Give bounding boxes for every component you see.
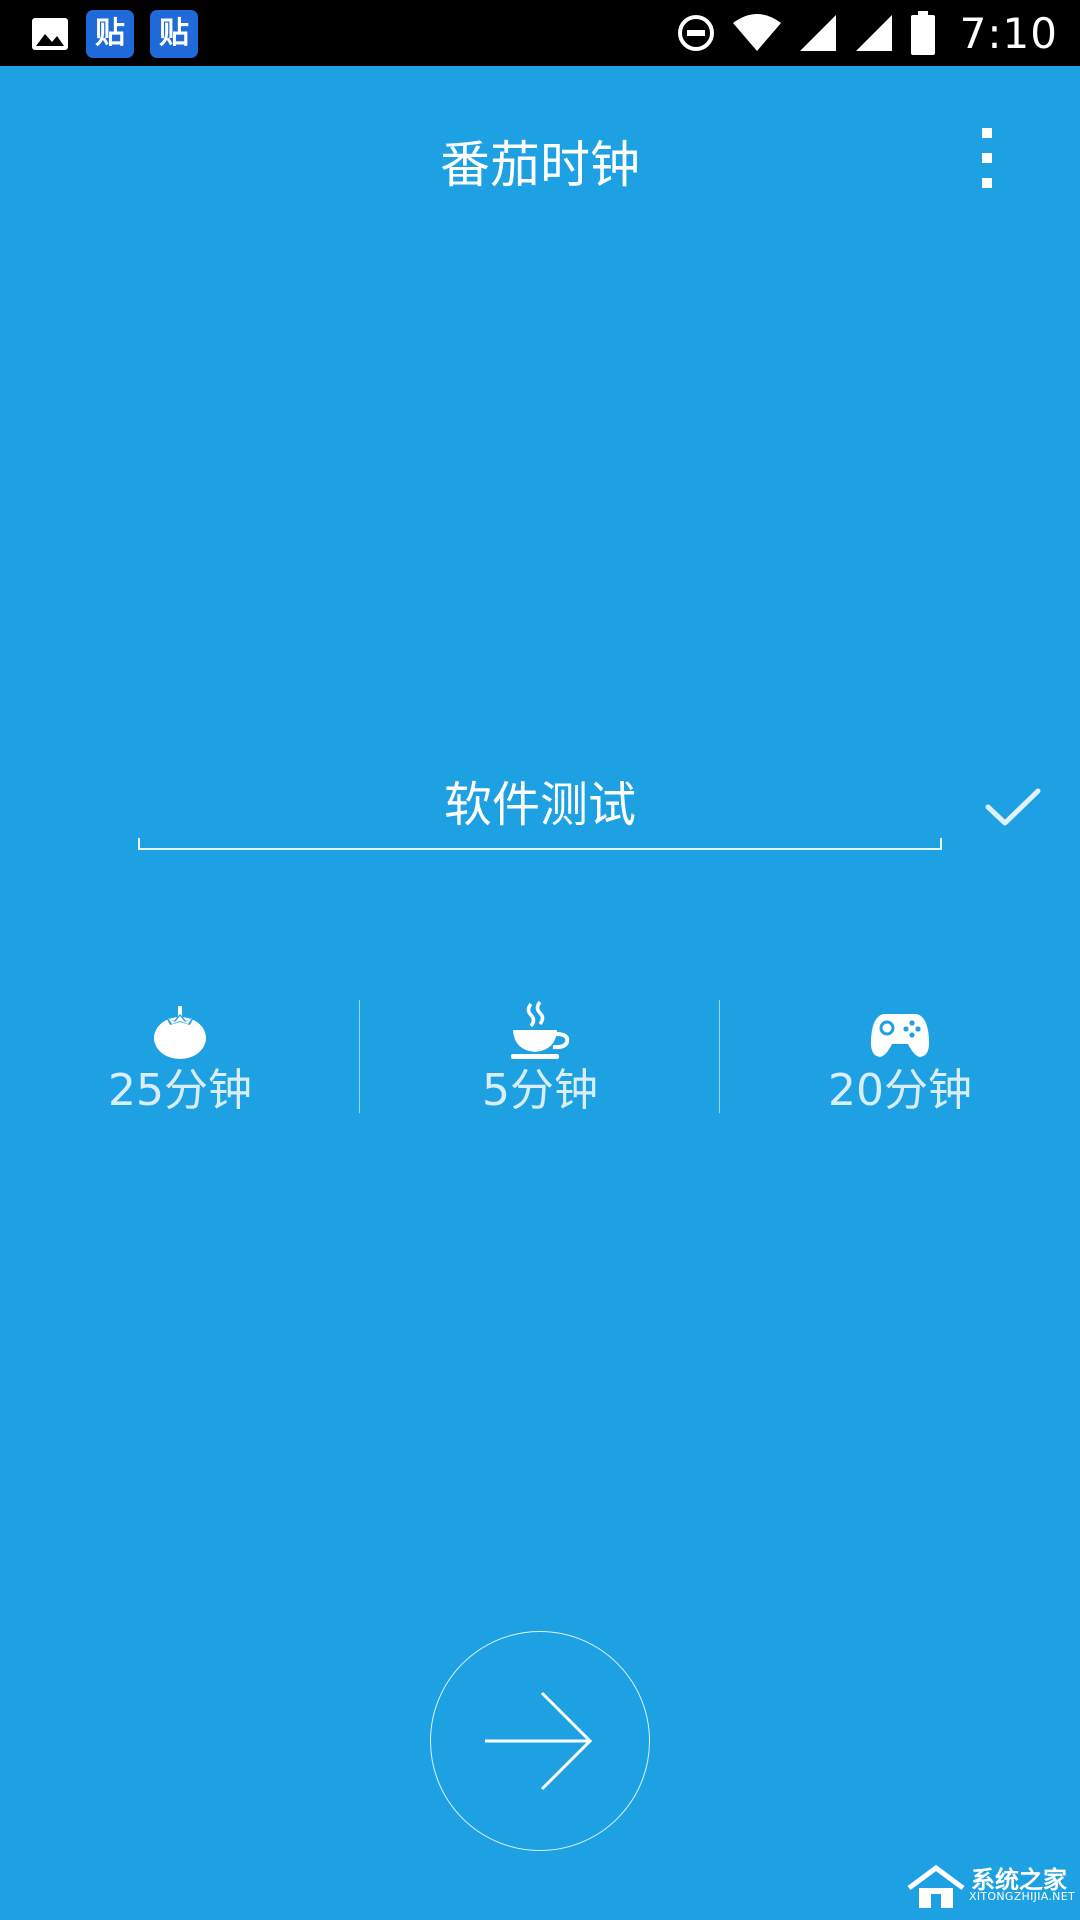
more-vert-icon[interactable] [966,128,1008,188]
menu-dot [982,128,992,138]
page-title: 番茄时钟 [440,136,640,194]
duration-label: 25分钟 [108,1065,252,1116]
duration-option-5[interactable]: 5分钟 [360,1000,720,1116]
clock-time: 7:10 [959,8,1058,58]
duration-option-20[interactable]: 20分钟 [720,1000,1080,1116]
wifi-icon [732,14,781,51]
status-bar: 贴 贴 7:10 [0,0,1080,66]
task-input-value[interactable]: 软件测试 [138,770,942,840]
duration-label: 20分钟 [828,1065,972,1116]
menu-dot [982,153,992,163]
battery-icon [910,11,935,55]
arrow-right-icon [484,1691,592,1790]
gamepad-icon [870,1014,930,1057]
task-input[interactable]: 软件测试 [138,770,942,850]
watermark-logo: 系统之家 XITONGZHIJIA.NET [905,1860,1075,1915]
start-button[interactable] [430,1631,650,1851]
notification-area: 贴 贴 [30,10,198,58]
duration-label: 5分钟 [482,1065,598,1116]
signal-icon [855,15,892,51]
duration-options: 25分钟 5分钟 20分钟 [0,1000,1080,1116]
task-input-underline [138,838,942,850]
tieba-icon: 贴 [150,10,198,58]
watermark-subtitle: XITONGZHIJIA.NET [969,1890,1075,1903]
tomato-icon [154,1006,206,1059]
coffee-icon [511,1000,570,1059]
house-logo-icon [907,1864,965,1908]
tieba-icon: 贴 [86,10,134,58]
signal-icon [799,15,836,51]
check-icon[interactable] [985,785,1041,830]
menu-dot [982,178,992,188]
do-not-disturb-icon [677,15,714,51]
system-icons: 7:10 [676,7,1058,59]
duration-option-25[interactable]: 25分钟 [0,1000,360,1116]
image-icon [30,14,70,54]
